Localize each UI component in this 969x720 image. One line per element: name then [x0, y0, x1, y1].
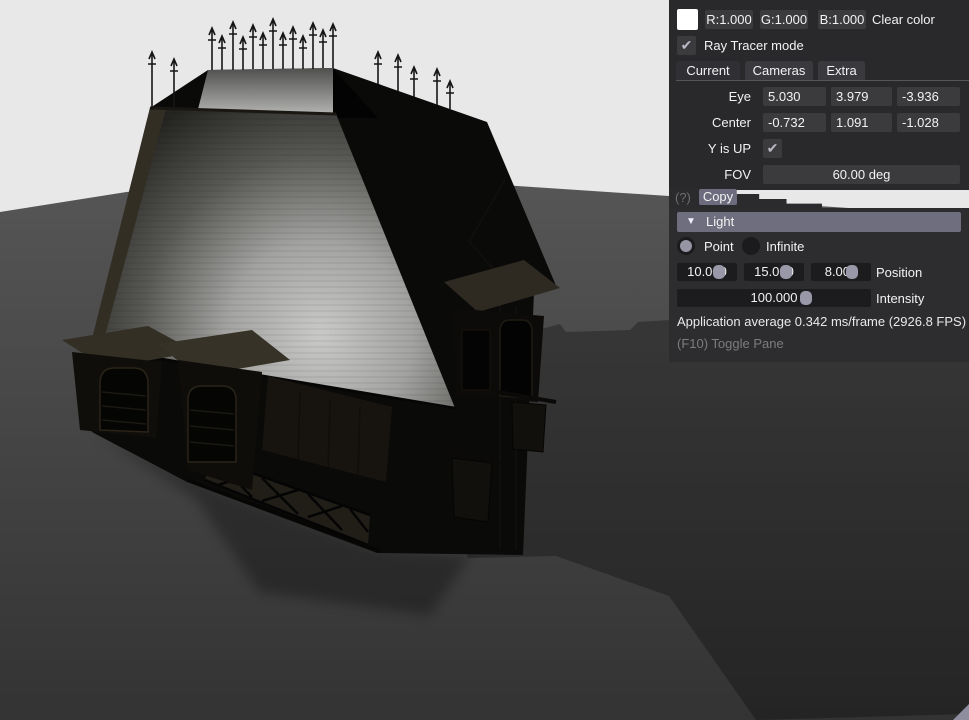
- eye-x-field[interactable]: 5.030: [763, 87, 826, 106]
- position-label: Position: [876, 265, 923, 280]
- gablet-roof: [197, 68, 336, 114]
- fov-slider[interactable]: 60.00 deg: [763, 165, 960, 184]
- y-up-label: Y is UP: [707, 141, 751, 156]
- help-marker[interactable]: (?): [675, 189, 691, 207]
- clear-color-swatch[interactable]: [677, 9, 698, 30]
- clear-color-label: Clear color: [872, 12, 935, 27]
- blue-value-button[interactable]: B:1.000: [818, 10, 866, 29]
- resize-grip[interactable]: [953, 704, 969, 720]
- light-panel-window: ▼ Light Point Infinite 10.000 15.000 8.0…: [669, 208, 969, 362]
- center-z-field[interactable]: -1.028: [897, 113, 960, 132]
- infinite-light-radio[interactable]: [742, 237, 760, 255]
- slider-grab[interactable]: [846, 265, 858, 279]
- light-header-label: Light: [706, 214, 735, 229]
- light-intensity-slider[interactable]: 100.000: [677, 289, 871, 307]
- eye-label: Eye: [728, 89, 751, 104]
- bay-arch-window: [499, 319, 533, 399]
- center-label: Center: [711, 115, 751, 130]
- ray-tracer-checkbox[interactable]: ✔: [677, 36, 696, 55]
- center-y-field[interactable]: 1.091: [831, 113, 892, 132]
- slider-value: 100.000: [750, 290, 798, 305]
- copy-button[interactable]: Copy: [699, 189, 737, 205]
- fov-label: FOV: [724, 167, 751, 182]
- checkmark-icon: ✔: [680, 37, 693, 53]
- intensity-label: Intensity: [876, 291, 925, 306]
- point-light-radio[interactable]: [677, 237, 695, 255]
- infinite-label: Infinite: [766, 239, 805, 254]
- tab-underline: [676, 80, 969, 81]
- tab-extra[interactable]: Extra: [818, 61, 865, 80]
- point-label: Point: [704, 239, 734, 254]
- y-up-checkbox[interactable]: ✔: [763, 139, 782, 158]
- dormer2-arch-window: [187, 385, 237, 463]
- checkmark-icon: ✔: [766, 140, 779, 156]
- ray-tracer-label: Ray Tracer mode: [704, 38, 804, 53]
- light-section-header[interactable]: ▼ Light: [677, 212, 961, 232]
- slider-grab[interactable]: [780, 265, 792, 279]
- bay-side-window: [461, 329, 491, 391]
- eye-z-field[interactable]: -3.936: [897, 87, 960, 106]
- light-position-y-slider[interactable]: 15.000: [744, 263, 804, 281]
- tab-current[interactable]: Current: [676, 61, 740, 80]
- slider-grab[interactable]: [713, 265, 725, 279]
- eye-y-field[interactable]: 3.979: [831, 87, 892, 106]
- sign2-body: [451, 457, 493, 523]
- green-value-button[interactable]: G:1.000: [760, 10, 808, 29]
- slider-grab[interactable]: [800, 291, 812, 305]
- radio-dot: [680, 240, 692, 252]
- camera-panel-window: R:1.000 G:1.000 B:1.000 Clear color ✔ Ra…: [669, 0, 969, 190]
- light-position-x-slider[interactable]: 10.000: [677, 263, 737, 281]
- red-value-button[interactable]: R:1.000: [705, 10, 753, 29]
- sign1-body: [511, 401, 547, 453]
- toggle-pane-hint: (F10) Toggle Pane: [677, 336, 784, 351]
- app-window: R:1.000 G:1.000 B:1.000 Clear color ✔ Ra…: [0, 0, 969, 720]
- light-position-z-slider[interactable]: 8.000: [811, 263, 871, 281]
- center-x-field[interactable]: -0.732: [763, 113, 826, 132]
- fps-stats-text: Application average 0.342 ms/frame (2926…: [677, 314, 967, 329]
- tab-cameras[interactable]: Cameras: [745, 61, 813, 80]
- collapse-triangle-icon: ▼: [686, 216, 696, 227]
